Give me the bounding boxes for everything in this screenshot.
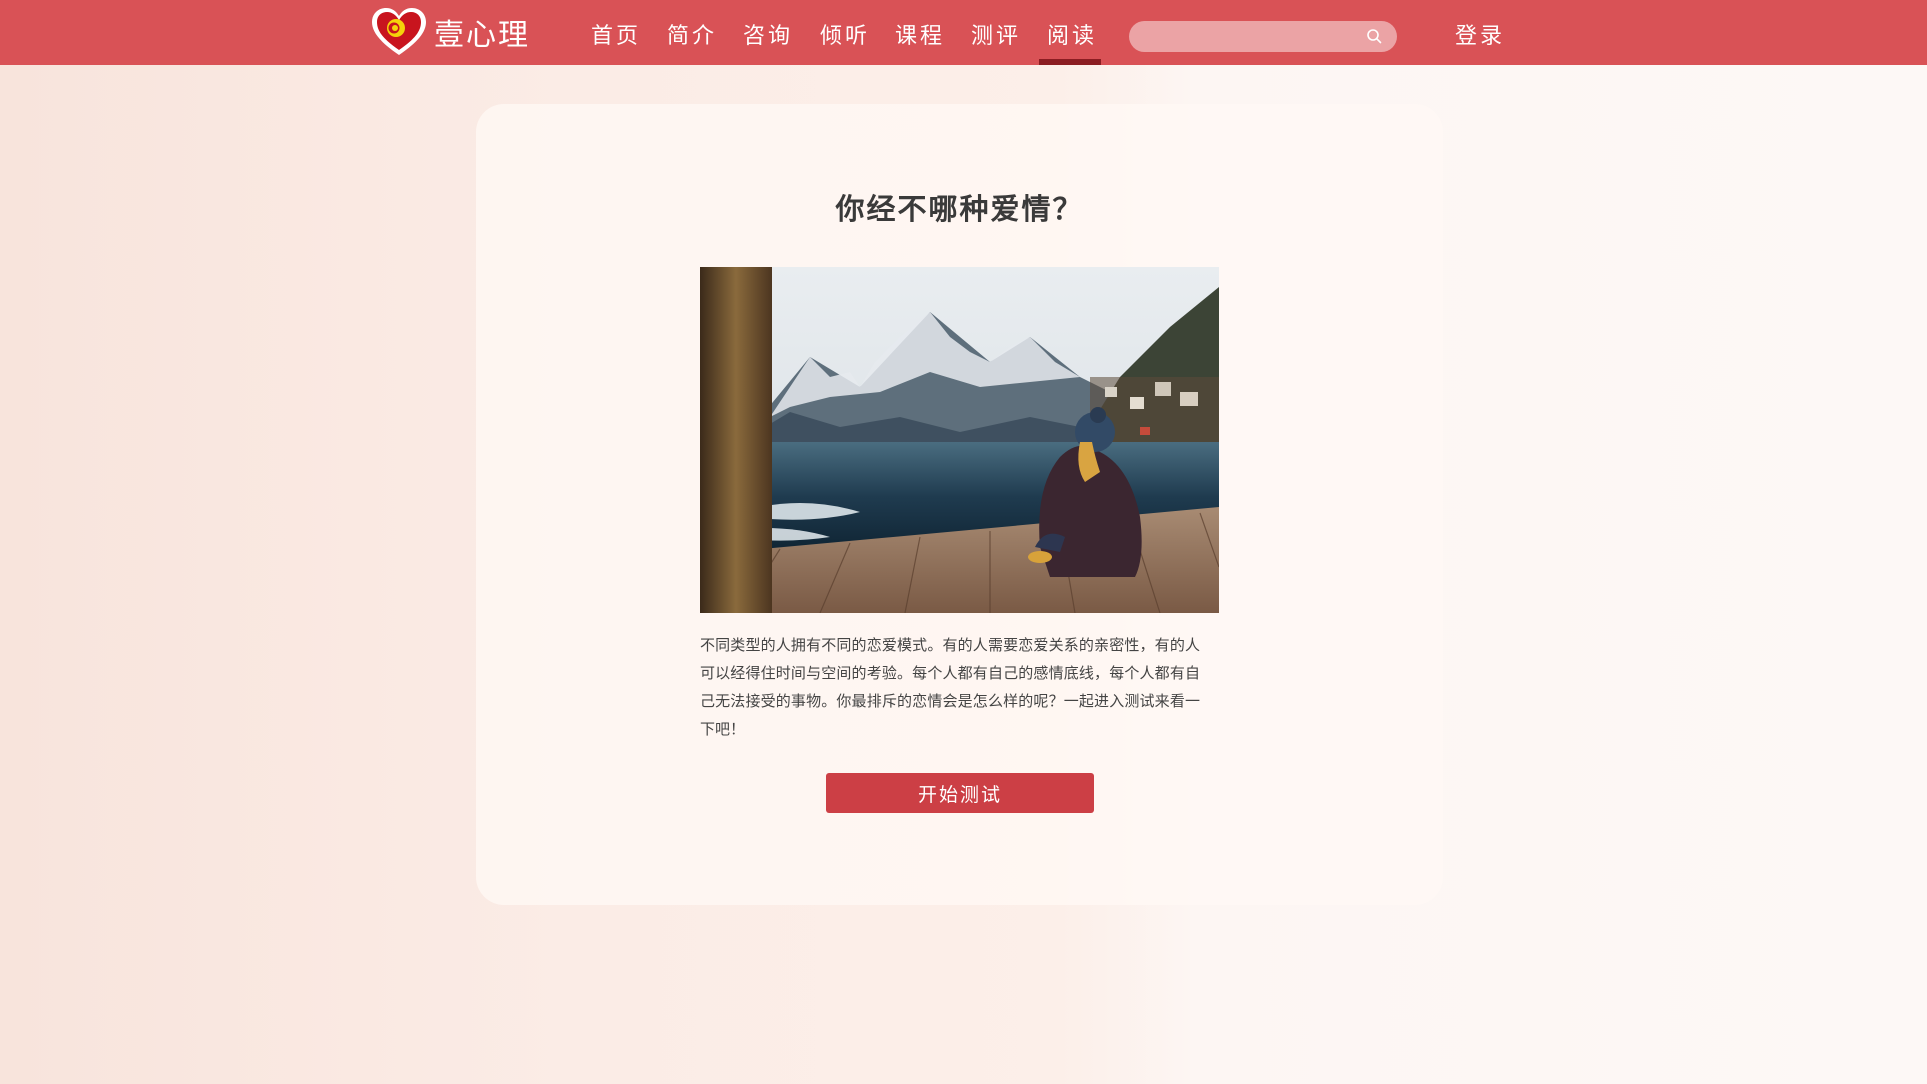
nav-assessment[interactable]: 测评 [971, 18, 1021, 50]
search-icon[interactable] [1366, 28, 1383, 45]
heart-logo-icon [372, 8, 426, 55]
nav-active-indicator [1039, 59, 1101, 65]
quiz-description: 不同类型的人拥有不同的恋爱模式。有的人需要恋爱关系的亲密性，有的人可以经得住时间… [700, 636, 1200, 738]
nav-reading[interactable]: 阅读 [1047, 18, 1097, 50]
quiz-title: 你经不哪种爱情？ [835, 192, 1084, 226]
nav-listen[interactable]: 倾听 [820, 18, 870, 50]
top-navbar [0, 0, 1927, 65]
start-test-button[interactable]: 开始测试 [826, 773, 1094, 813]
quiz-cover-image [700, 267, 1219, 613]
brand-name: 壹心理 [434, 18, 530, 53]
nav-courses[interactable]: 课程 [895, 18, 945, 50]
site-logo[interactable]: 壹心理 [370, 6, 530, 58]
nav-consult[interactable]: 咨询 [743, 18, 793, 50]
nav-home[interactable]: 首页 [591, 18, 641, 50]
login-link[interactable]: 登录 [1455, 18, 1505, 50]
nav-intro[interactable]: 简介 [667, 18, 717, 50]
search-input[interactable] [1129, 21, 1397, 52]
